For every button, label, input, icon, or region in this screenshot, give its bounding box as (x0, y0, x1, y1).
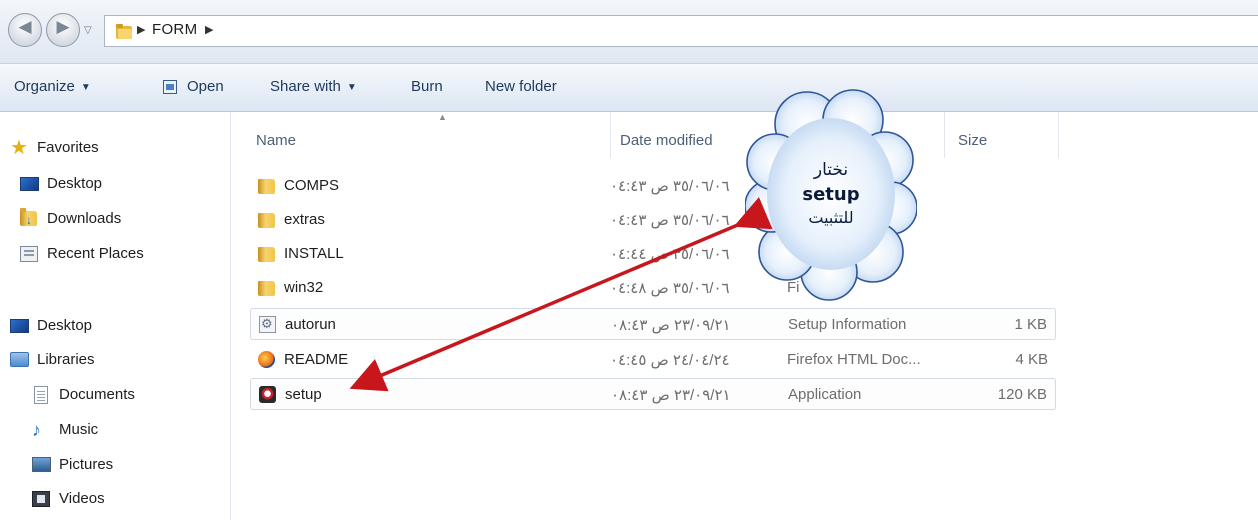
share-with-label: Share with (270, 78, 341, 95)
recent-pages-dropdown[interactable]: ▽ (84, 25, 92, 36)
chevron-down-icon: ▼ (346, 82, 357, 93)
application-icon (259, 386, 276, 403)
breadcrumb[interactable]: ▶ FORM ▶ (104, 15, 1258, 47)
pictures-icon (32, 457, 51, 472)
file-size: 4 KB (1015, 351, 1048, 368)
callout-cloud: نختار setup للتثبيت (745, 80, 917, 304)
sidebar-item-label: Videos (59, 490, 105, 507)
organize-button[interactable]: Organize ▼ (14, 78, 91, 95)
folder-icon (258, 247, 275, 262)
file-row-setup[interactable]: setup ٢٣/٠٩/٢١ ص ٠٨:٤٣ Application 120 K… (250, 378, 1056, 410)
sidebar-item-label: Recent Places (47, 245, 144, 262)
share-with-button[interactable]: Share with ▼ (270, 78, 357, 95)
folder-icon (258, 213, 275, 228)
column-header-name[interactable]: Name (256, 132, 296, 149)
file-date: ٣٥/٠٦/٠٦ ص ٠٤:٤٨ (610, 280, 730, 297)
forward-arrow-icon: ▶ (56, 17, 70, 36)
column-header-size[interactable]: Size (958, 132, 987, 149)
column-divider[interactable] (1058, 112, 1059, 158)
file-row-comps[interactable]: COMPS ٣٥/٠٦/٠٦ ص ٠٤:٤٣ (250, 170, 1056, 202)
sort-ascending-icon: ▲ (438, 112, 447, 122)
organize-label: Organize (14, 78, 75, 95)
file-type: Firefox HTML Doc... (787, 351, 921, 368)
file-size: 1 KB (1014, 316, 1047, 333)
file-row-win32[interactable]: win32 ٣٥/٠٦/٠٦ ص ٠٤:٤٨ Fi (250, 272, 1056, 304)
breadcrumb-separator[interactable]: ▶ (137, 23, 145, 36)
file-date: ٣٥/٠٦/٠٦ ص ٠٤:٤٣ (610, 212, 730, 229)
star-icon: ★ (10, 137, 28, 159)
forward-button[interactable]: ▶ (46, 13, 80, 47)
sidebar-item-label: Favorites (37, 139, 99, 156)
file-name: COMPS (284, 177, 340, 194)
callout-line-setup: setup (802, 184, 860, 205)
sidebar-item-label: Desktop (37, 317, 93, 334)
file-name: win32 (284, 279, 324, 296)
desktop-icon (10, 319, 29, 333)
file-row-extras[interactable]: extras ٣٥/٠٦/٠٦ ص ٠٤:٤٣ (250, 204, 1056, 236)
column-divider[interactable] (610, 112, 611, 158)
sidebar-item-label: Downloads (47, 210, 122, 227)
file-name: autorun (285, 316, 336, 333)
burn-button[interactable]: Burn (411, 78, 443, 95)
folder-icon (116, 24, 132, 39)
callout-line-install: للتثبيت (808, 208, 854, 227)
breadcrumb-separator[interactable]: ▶ (205, 23, 213, 36)
column-divider[interactable] (944, 112, 945, 158)
open-icon[interactable] (163, 80, 177, 94)
open-button[interactable]: Open (187, 78, 224, 95)
navigation-pane: ★ Favorites Desktop ↓ Downloads Recent P… (0, 112, 231, 520)
callout-line-choose: نختار (813, 160, 849, 180)
file-date: ٢٤/٠٤/٢٤ ص ٠٤:٤٥ (610, 352, 730, 369)
burn-label: Burn (411, 78, 443, 95)
chevron-down-icon: ▼ (80, 82, 91, 93)
breadcrumb-form[interactable]: FORM (152, 21, 197, 38)
folder-icon (258, 179, 275, 194)
new-folder-button[interactable]: New folder (485, 78, 557, 95)
open-label: Open (187, 78, 224, 95)
file-size: 120 KB (997, 386, 1047, 403)
file-name: setup (285, 386, 322, 403)
address-bar: ◀ ▶ ▽ ▶ FORM ▶ (0, 0, 1258, 64)
back-button[interactable]: ◀ (8, 13, 42, 47)
file-name: INSTALL (284, 245, 344, 262)
videos-icon (32, 491, 50, 507)
file-name: README (284, 351, 349, 368)
file-row-readme[interactable]: README ٢٤/٠٤/٢٤ ص ٠٤:٤٥ Firefox HTML Doc… (250, 344, 1056, 376)
command-bar: Organize ▼ Open Share with ▼ Burn New fold… (0, 64, 1258, 112)
documents-icon (34, 386, 48, 404)
downloads-folder-icon: ↓ (20, 208, 37, 227)
firefox-html-icon (258, 351, 275, 368)
file-date: ٢٣/٠٩/٢١ ص ٠٨:٤٣ (611, 317, 731, 334)
sidebar-item-label: Documents (59, 386, 135, 403)
new-folder-label: New folder (485, 78, 557, 95)
file-type: Application (788, 386, 862, 403)
sidebar-item-label: Pictures (59, 456, 114, 473)
desktop-icon (20, 177, 39, 191)
setup-information-icon (259, 316, 276, 333)
file-type: Setup Information (788, 316, 907, 333)
file-name: extras (284, 211, 325, 228)
file-row-install[interactable]: INSTALL ٣٥/٠٦/٠٦ ص ٠٤:٤٤ (250, 238, 1056, 270)
file-date: ٢٣/٠٩/٢١ ص ٠٨:٤٣ (611, 387, 731, 404)
recent-places-icon (20, 246, 38, 262)
back-arrow-icon: ◀ (18, 17, 32, 36)
sidebar-item-label: Desktop (47, 175, 103, 192)
libraries-icon (10, 352, 29, 367)
file-date: ٣٥/٠٦/٠٦ ص ٠٤:٤٤ (610, 246, 730, 263)
column-header-date-modified[interactable]: Date modified (620, 132, 713, 149)
file-date: ٣٥/٠٦/٠٦ ص ٠٤:٤٣ (610, 178, 730, 195)
sidebar-item-label: Music (59, 421, 99, 438)
folder-icon (258, 281, 275, 296)
music-icon: ♪ (32, 420, 41, 440)
file-row-autorun[interactable]: autorun ٢٣/٠٩/٢١ ص ٠٨:٤٣ Setup Informati… (250, 308, 1056, 340)
sidebar-item-label: Libraries (37, 351, 95, 368)
